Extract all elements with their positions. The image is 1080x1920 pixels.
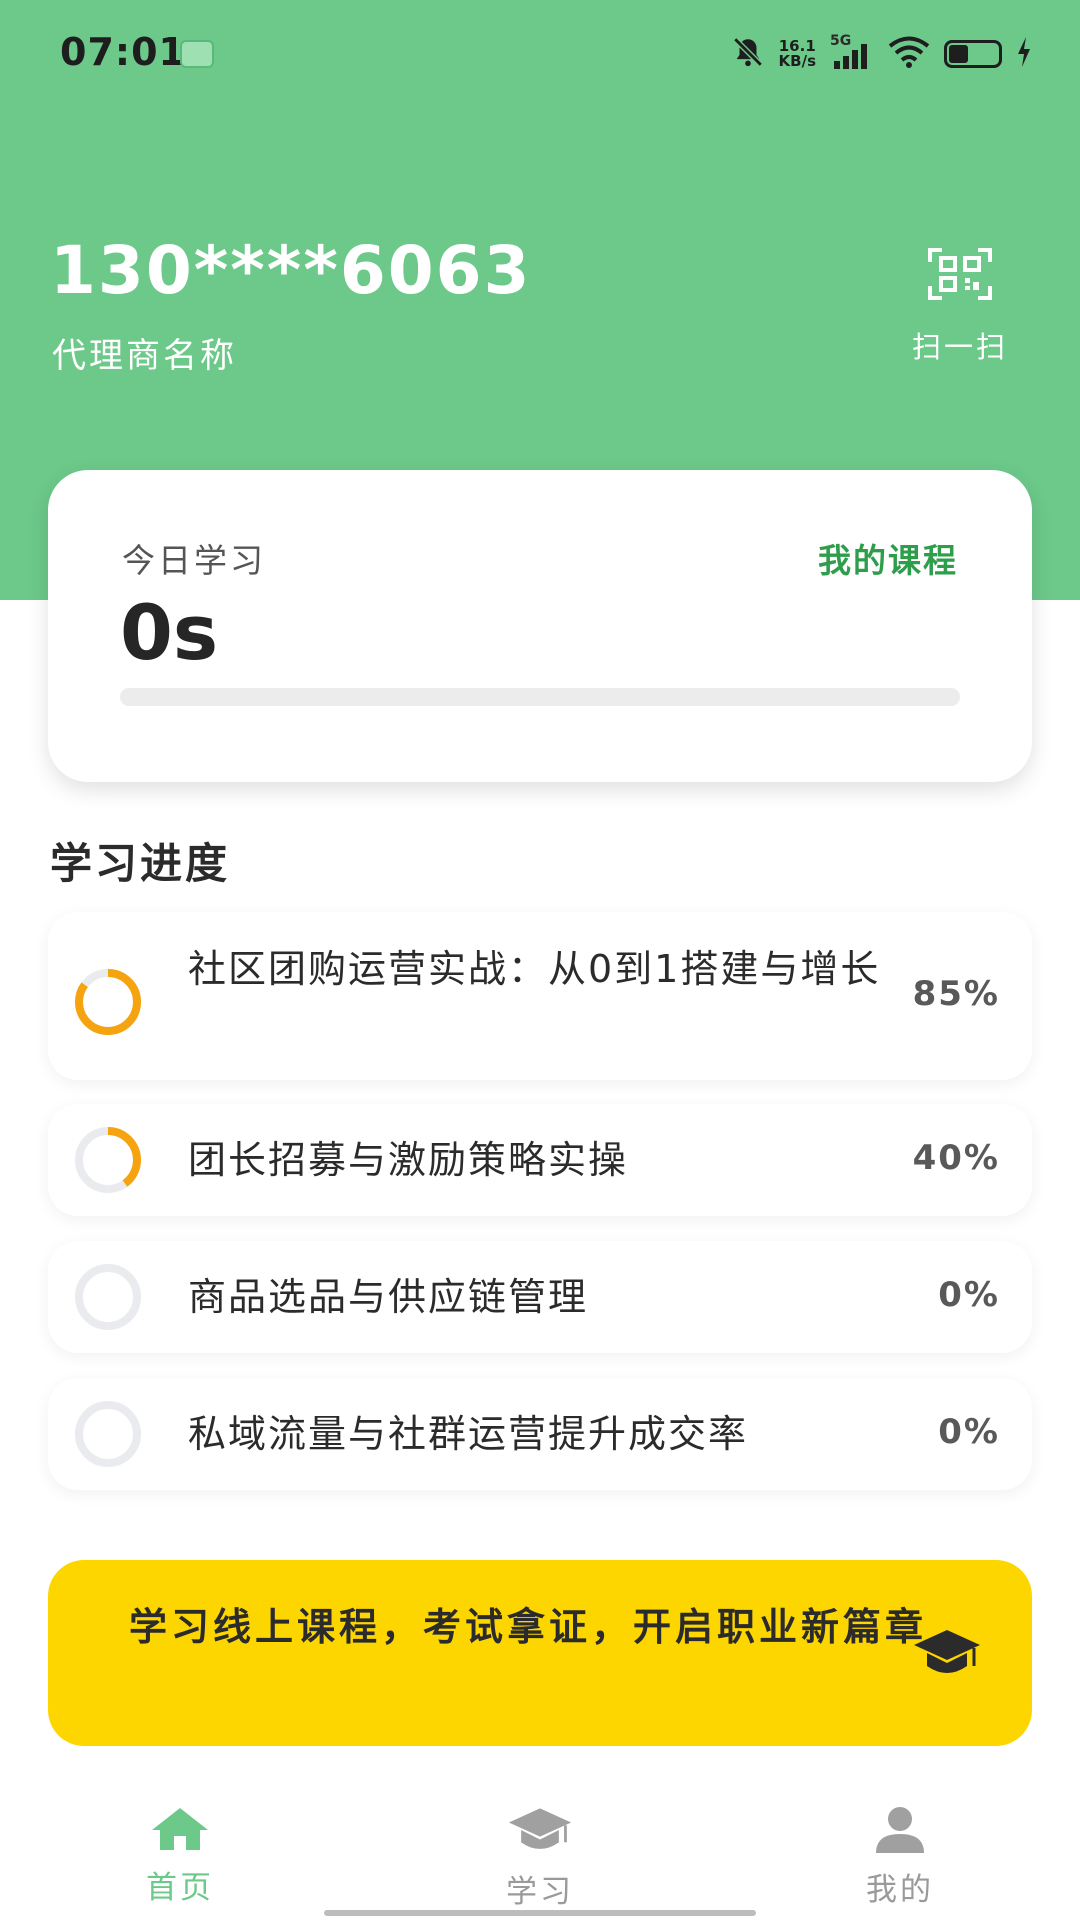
scan-button[interactable]: 扫一扫 [890,248,1030,378]
course-item[interactable]: 商品选品与供应链管理 0% [48,1241,1032,1353]
course-title: 社区团购运营实战：从0到1搭建与增长 [188,947,881,991]
status-icons: 16.1 KB/s 5G [731,33,1032,74]
tab-home-label: 首页 [146,1870,214,1906]
today-study-value: 0s [120,588,219,677]
promo-banner[interactable]: 学习线上课程，考试拿证，开启职业新篇章 [48,1560,1032,1746]
course-title: 团长招募与激励策略实操 [188,1138,629,1182]
graduation-cap-icon [460,1806,620,1856]
progress-ring [75,969,141,1035]
progress-ring [75,1127,141,1193]
today-study-card: 今日学习 我的课程 0s [48,470,1032,782]
mute-bell-icon [731,35,765,73]
battery-level [949,45,969,63]
user-icon [820,1806,980,1854]
today-study-label: 今日学习 [122,541,266,580]
course-item[interactable]: 私域流量与社群运营提升成交率 0% [48,1378,1032,1490]
charging-icon [1016,37,1032,71]
banner-text: 学习线上课程，考试拿证，开启职业新篇章 [128,1605,927,1649]
course-percent: 85% [912,974,1000,1014]
home-indicator [324,1910,756,1916]
progress-ring [75,1401,141,1467]
qr-scan-icon [890,248,1030,300]
progress-ring [75,1264,141,1330]
net-speed: 16.1 KB/s [778,37,816,70]
tab-home[interactable]: 首页 [100,1806,260,1907]
agent-name: 代理商名称 [52,336,237,376]
course-title: 私域流量与社群运营提升成交率 [188,1412,749,1456]
course-percent: 0% [938,1275,1000,1315]
course-item[interactable]: 社区团购运营实战：从0到1搭建与增长 85% [48,912,1032,1080]
course-title: 商品选品与供应链管理 [188,1275,589,1319]
course-percent: 40% [912,1138,1000,1178]
course-percent: 0% [938,1412,1000,1452]
tab-mine[interactable]: 我的 [820,1806,980,1909]
bottom-tab-bar: 首页 学习 我的 [0,1790,1080,1920]
status-bar: 07:01 16.1 KB/s 5G [0,0,1080,110]
user-phone: 130****6063 [50,232,532,309]
graduation-cap-icon [912,1628,982,1684]
status-time: 07:01 [60,30,186,74]
battery-icon [944,40,1002,68]
course-item[interactable]: 团长招募与激励策略实操 40% [48,1104,1032,1216]
tab-mine-label: 我的 [866,1872,934,1908]
cellular-signal-icon: 5G [830,33,874,71]
progress-section-title: 学习进度 [50,839,231,888]
home-icon [100,1806,260,1852]
my-courses-link[interactable]: 我的课程 [818,534,958,582]
app-notification-icon [180,40,214,68]
tab-study[interactable]: 学习 [460,1806,620,1911]
today-progress-bar [120,688,960,706]
scan-label: 扫一扫 [911,330,1008,364]
tab-study-label: 学习 [506,1874,574,1910]
wifi-icon [888,35,930,73]
